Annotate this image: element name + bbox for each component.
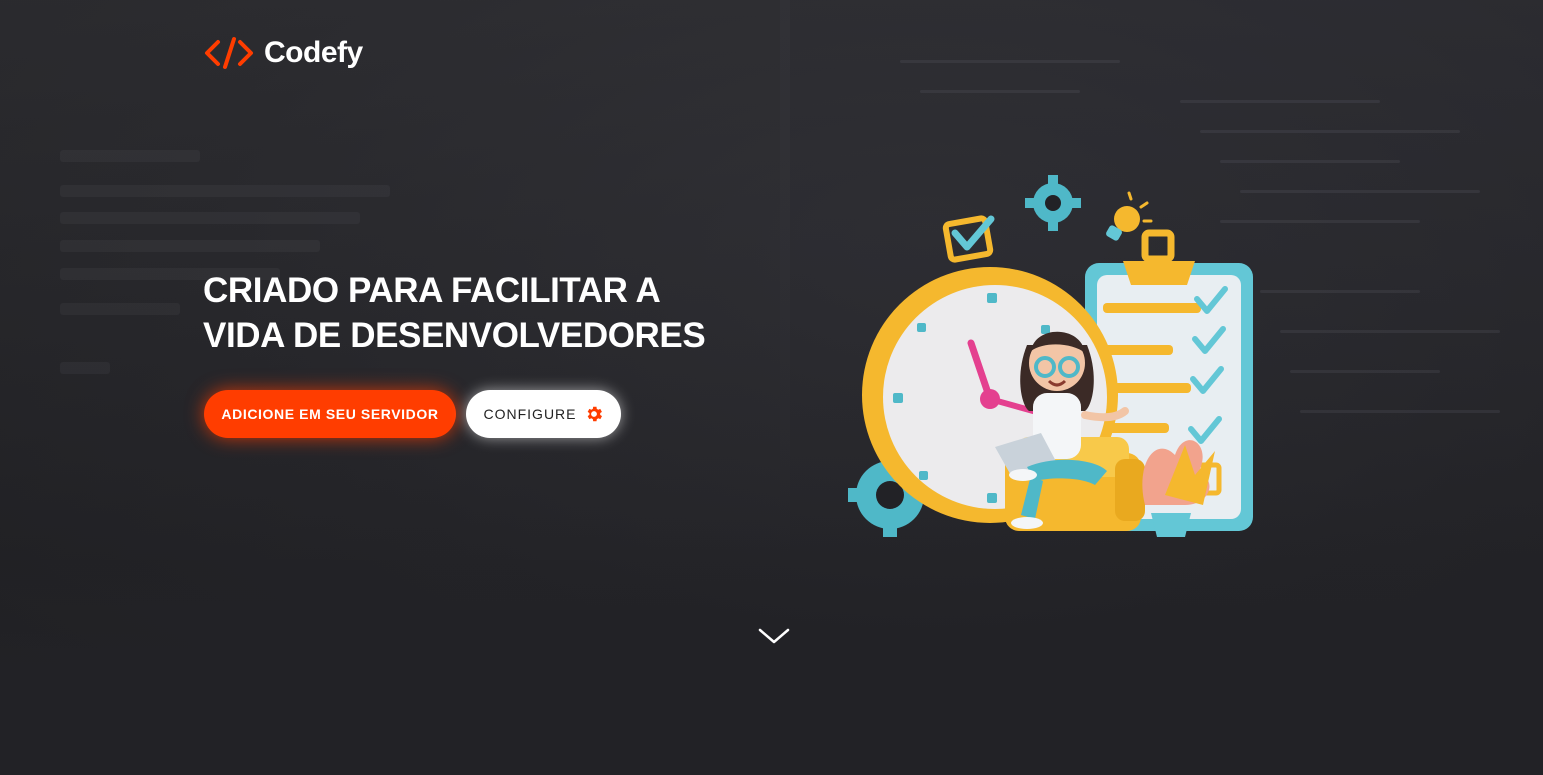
gear-decoration-top	[1025, 175, 1081, 231]
configure-button[interactable]: CONFIGURE	[466, 390, 621, 438]
hero-headline: CRIADO PARA FACILITAR A VIDA DE DESENVOL…	[203, 268, 723, 358]
brand-logo[interactable]: Codefy	[204, 36, 363, 70]
add-to-server-button[interactable]: ADICIONE EM SEU SERVIDOR	[204, 390, 456, 438]
headline-line-2: VIDA DE DESENVOLVEDORES	[203, 316, 706, 355]
configure-button-label: CONFIGURE	[483, 406, 577, 422]
background	[0, 0, 1543, 775]
gear-icon	[584, 404, 604, 424]
brand-name: Codefy	[264, 36, 363, 69]
checkbox-decoration	[942, 215, 995, 263]
scroll-down-chevron-icon[interactable]	[757, 626, 791, 646]
developer-clock-checklist-illustration	[845, 175, 1265, 550]
code-brackets-icon	[204, 36, 254, 70]
headline-line-1: CRIADO PARA FACILITAR A	[203, 271, 661, 310]
